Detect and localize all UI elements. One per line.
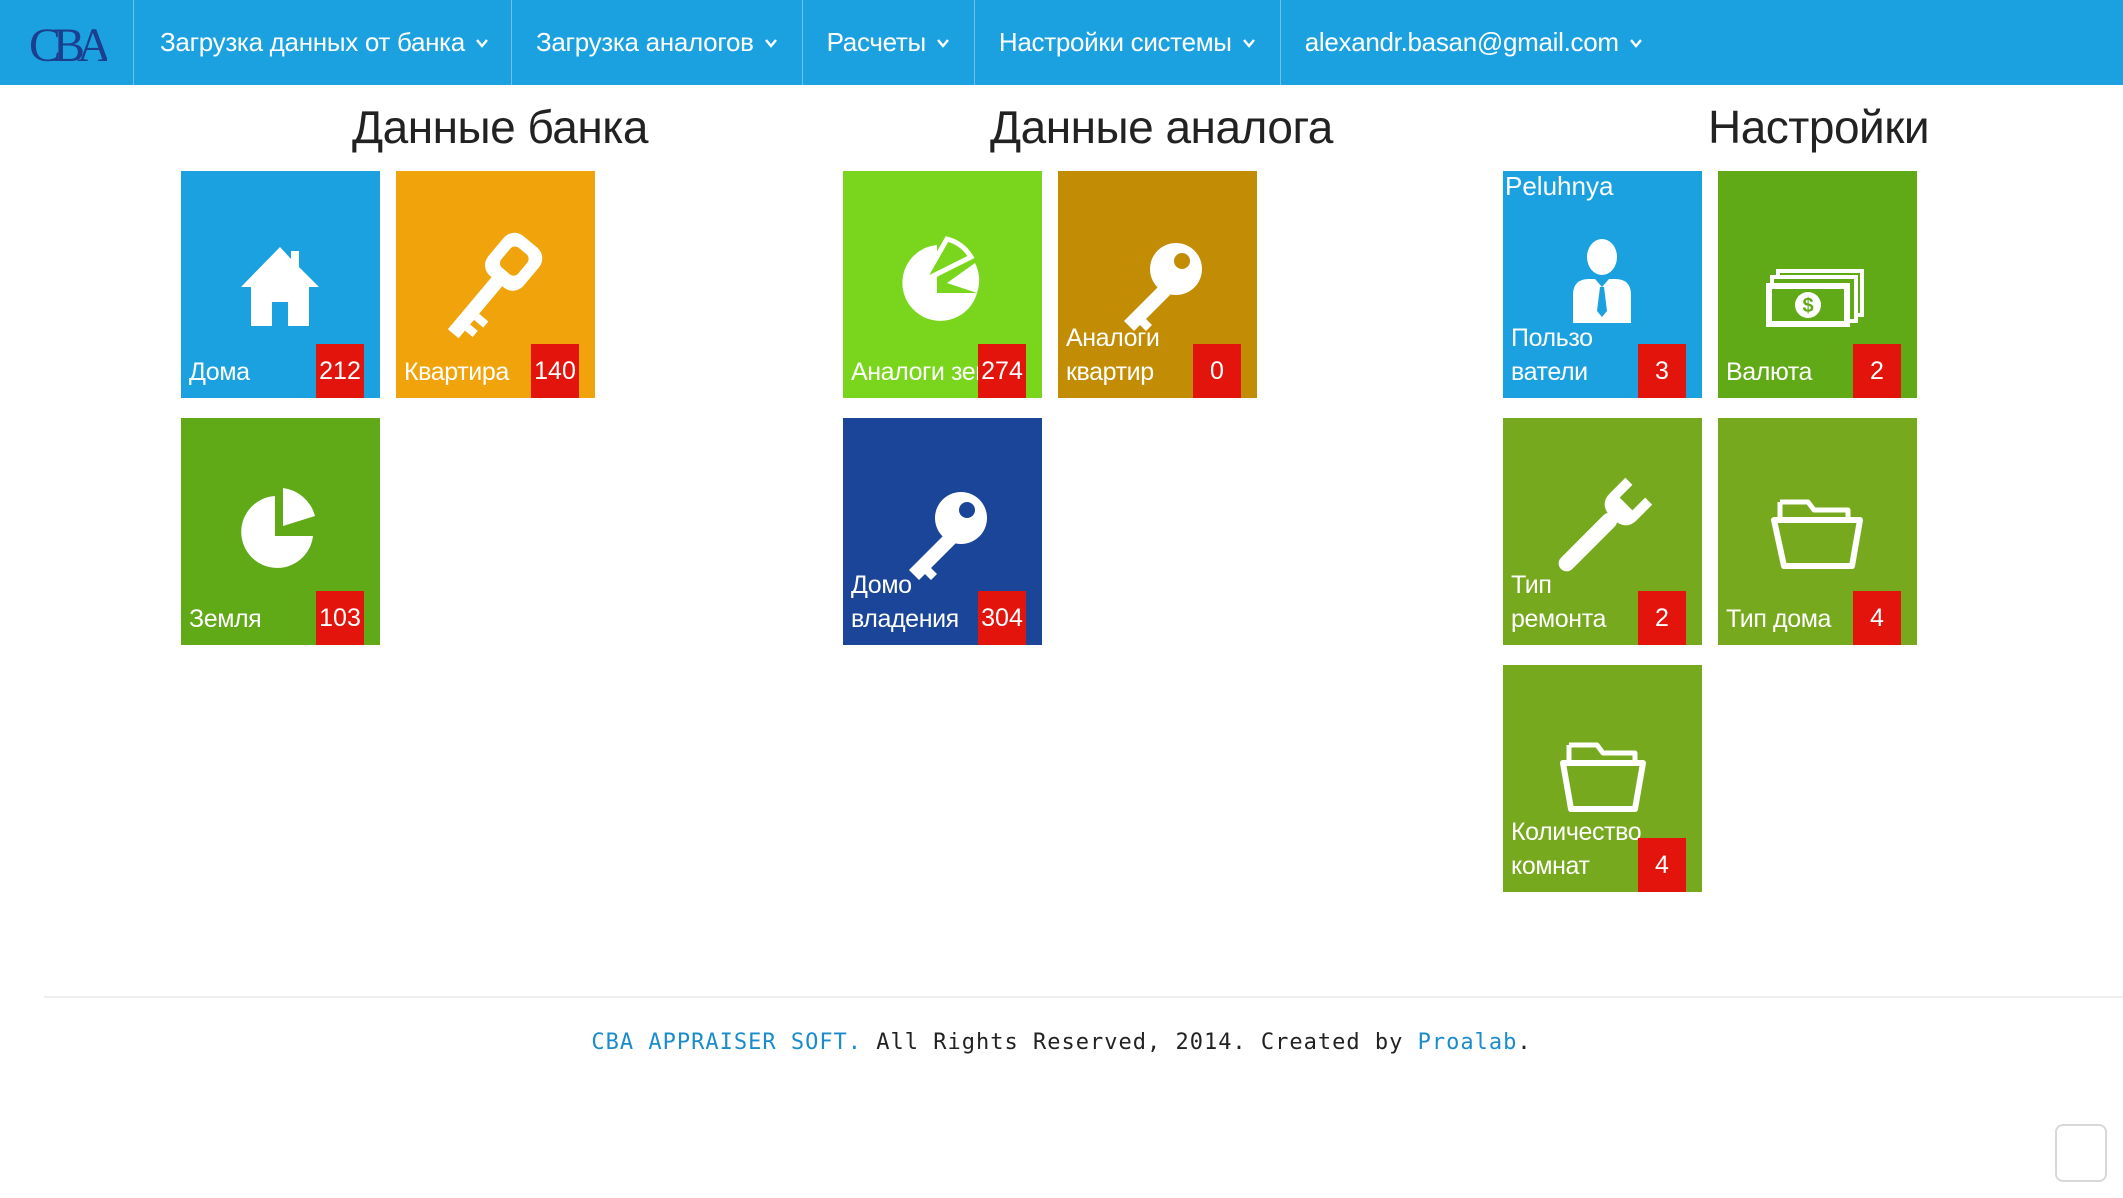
tile-house-type-count: 4 — [1853, 591, 1901, 645]
nav-bank-upload-label: Загрузка данных от банка — [160, 27, 465, 57]
tile-analog-land[interactable]: Аналоги земли 274 — [843, 171, 1042, 398]
footer-brand-link[interactable]: CBA APPRAISER SOFT. — [591, 1030, 862, 1055]
tile-houses-label: Дома — [189, 358, 250, 386]
tile-repair-type-count: 2 — [1638, 591, 1686, 645]
footer-divider — [44, 996, 2123, 998]
chevron-down-icon — [1242, 38, 1255, 48]
footer: CBA APPRAISER SOFT. All Rights Reserved,… — [0, 1030, 2123, 1055]
tile-analog-apartments-count: 0 — [1193, 344, 1241, 398]
tile-rooms[interactable]: Количество комнат 4 — [1503, 665, 1702, 892]
tile-house-type-label: Тип дома — [1726, 605, 1832, 633]
svg-text:$: $ — [1802, 295, 1813, 317]
tile-currency-label: Валюта — [1726, 358, 1813, 386]
tile-currency-count: 2 — [1853, 344, 1901, 398]
tile-rooms-count: 4 — [1638, 838, 1686, 892]
tile-repair-type-label: Тип ремонта — [1511, 571, 1606, 633]
tile-land-count: 103 — [316, 591, 364, 645]
section-title-analog: Данные аналога — [990, 101, 1333, 153]
nav-system-settings[interactable]: Настройки системы — [975, 0, 1281, 85]
tile-users-count: 3 — [1638, 344, 1686, 398]
top-navbar: CBA Загрузка данных от банка Загрузка ан… — [0, 0, 2123, 85]
chevron-down-icon — [1629, 38, 1642, 48]
brand-logo[interactable]: CBA — [0, 0, 134, 85]
cba-logo-icon: CBA — [29, 19, 107, 71]
footer-text: All Rights Reserved, 2014. Created by — [862, 1030, 1418, 1055]
nav-user-menu[interactable]: alexandr.basan@gmail.com — [1281, 0, 1667, 85]
chevron-down-icon — [764, 38, 777, 48]
tile-users-label: Пользо ватели — [1511, 324, 1593, 386]
tile-currency[interactable]: $ Валюта 2 — [1718, 171, 1917, 398]
tile-apartment-label: Квартира — [404, 358, 509, 386]
nav-bank-upload[interactable]: Загрузка данных от банка — [134, 0, 512, 85]
tile-repair-type[interactable]: Тип ремонта 2 — [1503, 418, 1702, 645]
tile-households[interactable]: Домо владения 304 — [843, 418, 1042, 645]
tile-apartment[interactable]: Квартира 140 — [396, 171, 595, 398]
nav-analog-upload[interactable]: Загрузка аналогов — [512, 0, 803, 85]
scroll-to-top-button[interactable] — [2055, 1124, 2107, 1182]
tile-analog-apartments[interactable]: Аналоги квартир 0 — [1058, 171, 1257, 398]
tile-households-count: 304 — [978, 591, 1026, 645]
svg-text:CBA: CBA — [29, 19, 107, 71]
section-title-settings: Настройки — [1708, 101, 1930, 153]
tile-analog-land-count: 274 — [978, 344, 1026, 398]
tile-house-type[interactable]: Тип дома 4 — [1718, 418, 1917, 645]
chevron-down-icon — [476, 38, 488, 48]
tile-rooms-label: Количество комнат — [1511, 818, 1642, 880]
tile-apartment-count: 140 — [531, 344, 579, 398]
nav-calculations[interactable]: Расчеты — [803, 0, 975, 85]
tile-land[interactable]: Земля 103 — [181, 418, 380, 645]
tile-houses[interactable]: Дома 212 — [181, 171, 380, 398]
tile-users[interactable]: Peluhnya Пользо ватели 3 — [1503, 171, 1702, 398]
footer-creator-link[interactable]: Proalab — [1418, 1030, 1518, 1055]
tile-land-label: Земля — [189, 605, 262, 633]
nav-calculations-label: Расчеты — [826, 27, 927, 57]
tile-houses-count: 212 — [316, 344, 364, 398]
chevron-down-icon — [937, 38, 949, 48]
nav-user-email: alexandr.basan@gmail.com — [1304, 27, 1619, 57]
section-title-bank: Данные банка — [352, 101, 648, 153]
footer-end: . — [1517, 1030, 1532, 1055]
tile-households-label: Домо владения — [851, 571, 959, 633]
nav-system-settings-label: Настройки системы — [998, 27, 1232, 57]
tile-analog-apartments-label: Аналоги квартир — [1066, 324, 1160, 386]
nav-analog-upload-label: Загрузка аналогов — [535, 27, 754, 57]
